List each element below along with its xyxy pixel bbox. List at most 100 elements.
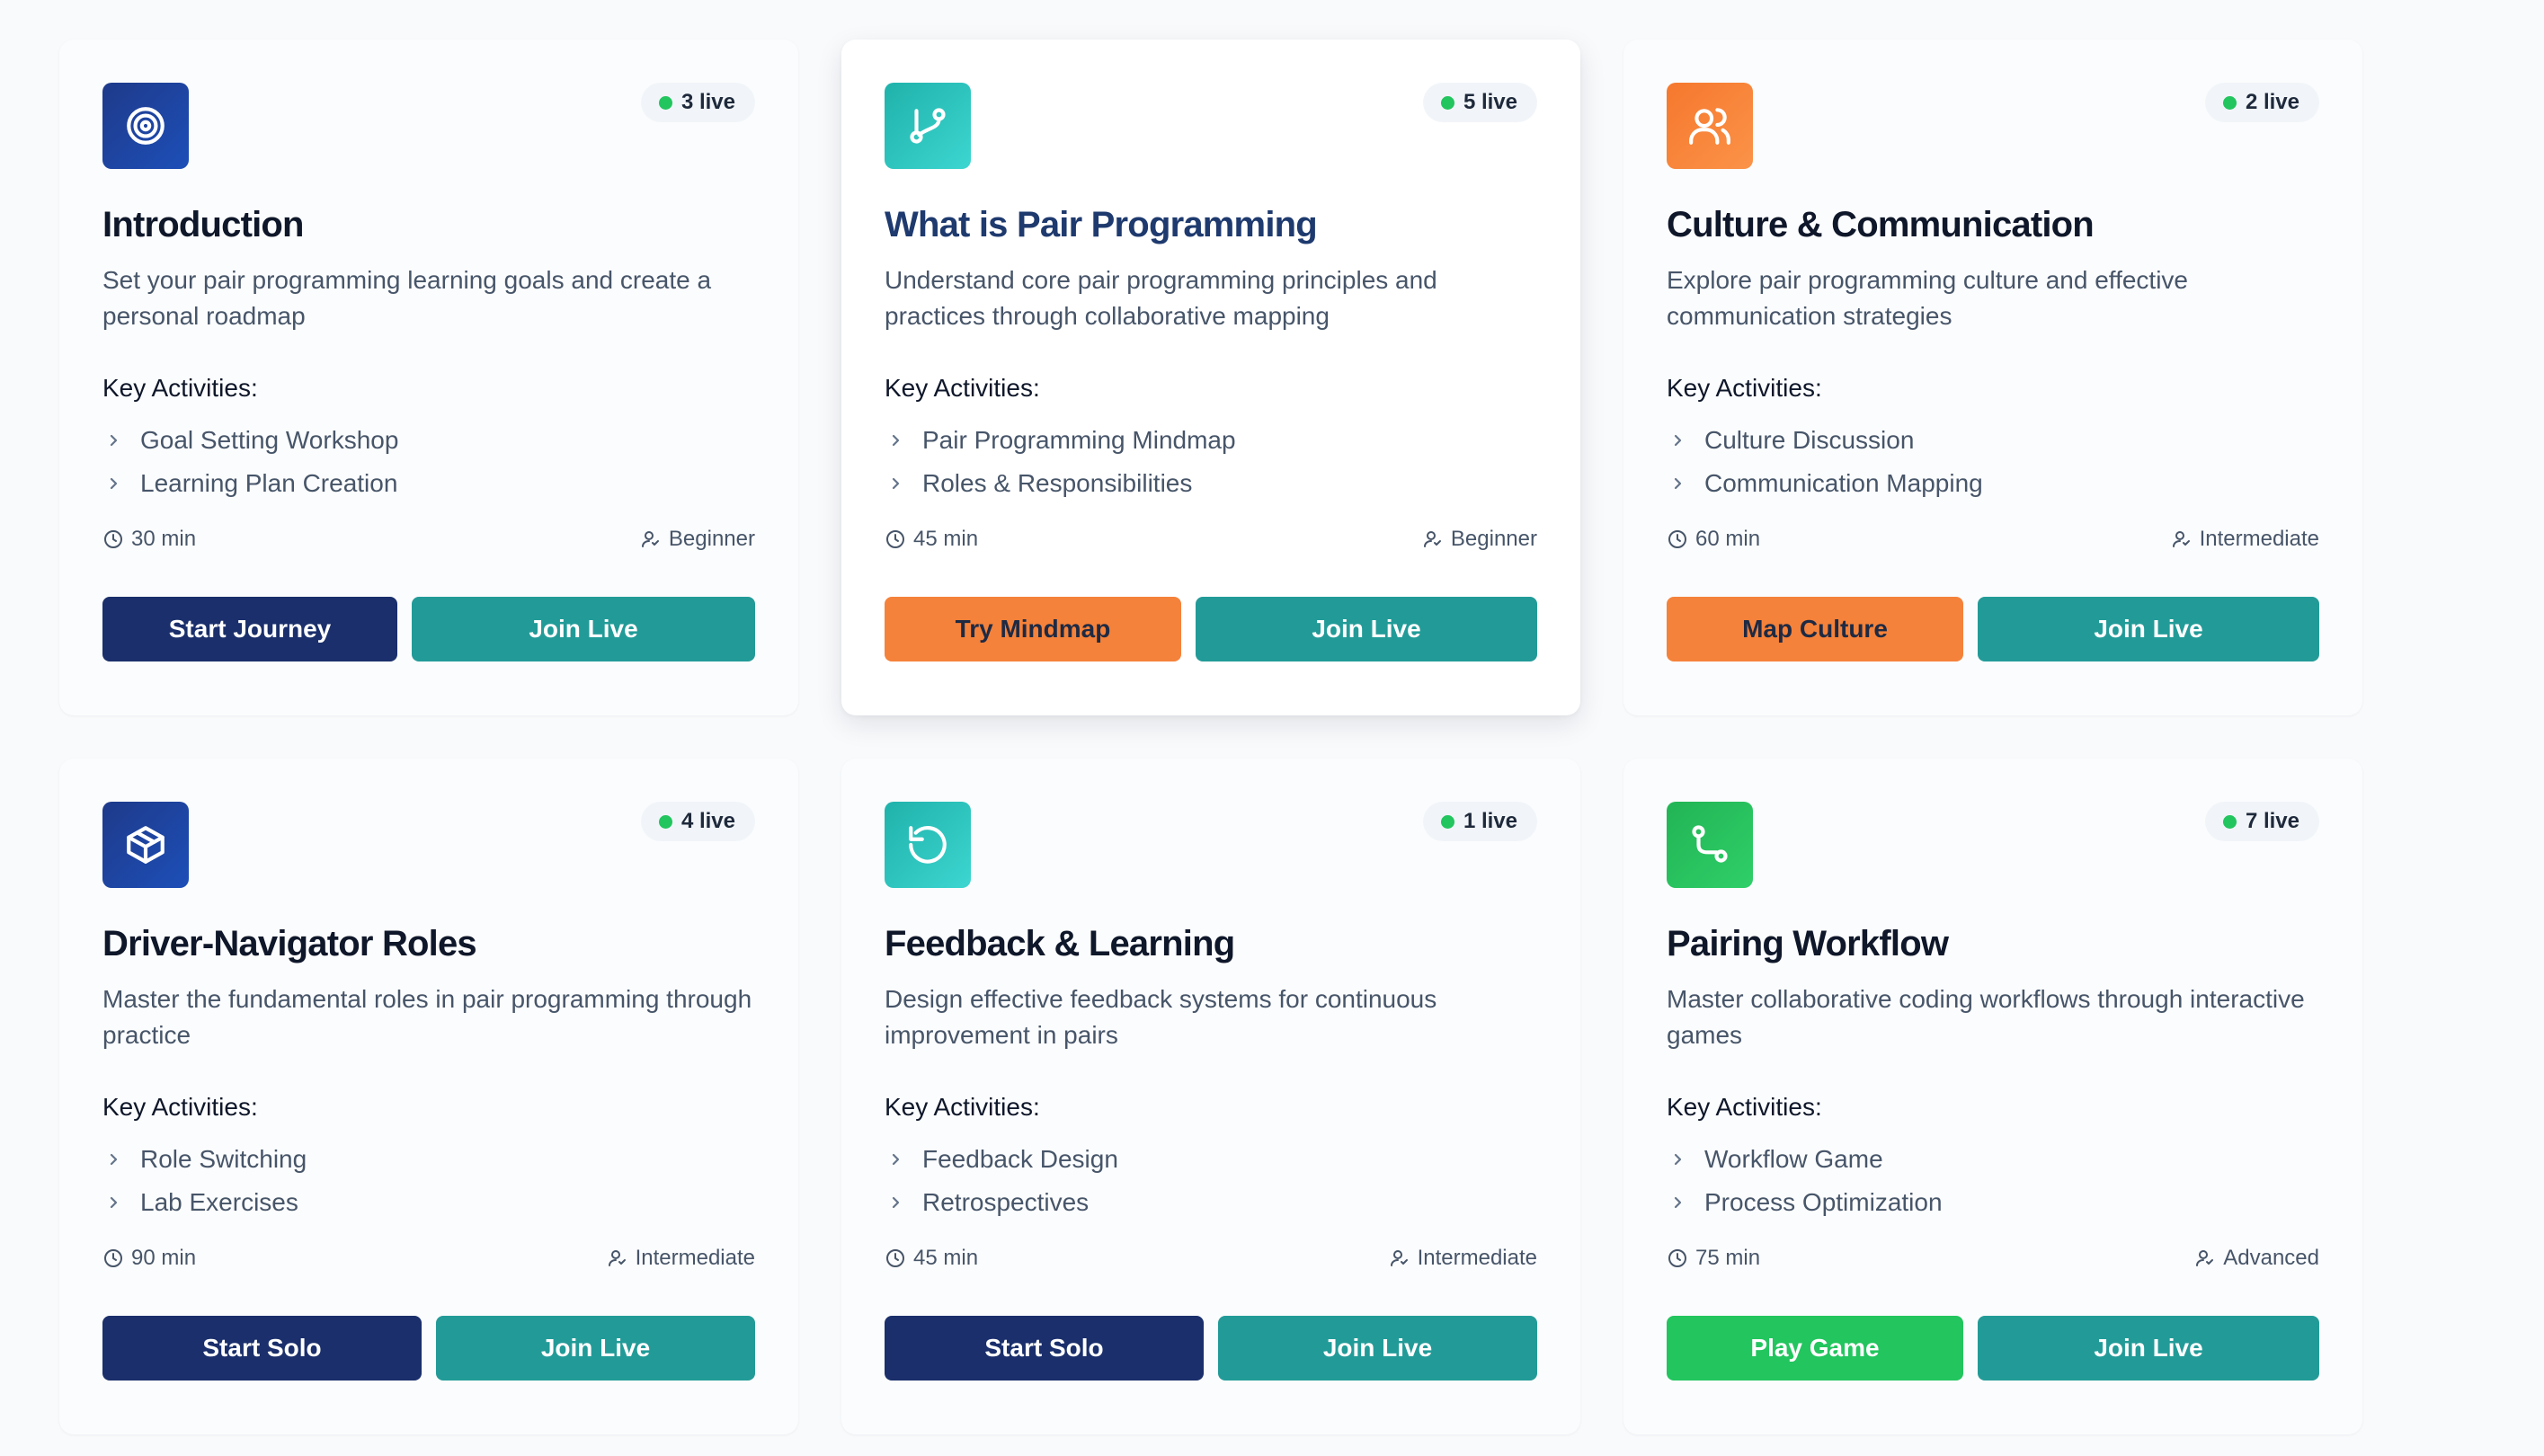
join-live-button[interactable]: Join Live	[436, 1316, 755, 1381]
primary-action-button[interactable]: Map Culture	[1667, 597, 1963, 661]
chevron-right-icon	[110, 434, 118, 447]
activity-label: Culture Discussion	[1704, 426, 1915, 454]
level-text: Beginner	[668, 527, 755, 551]
module-description: Explore pair programming culture and eff…	[1667, 266, 2189, 330]
level: Advanced	[2194, 1246, 2319, 1271]
clock-icon	[104, 1249, 122, 1267]
activity-item: Roles & Responsibilities	[885, 462, 1537, 505]
activity-label: Lab Exercises	[140, 1188, 298, 1216]
join-live-button[interactable]: Join Live	[1978, 1316, 2319, 1381]
live-dot-icon	[658, 95, 672, 110]
user-icon	[641, 531, 659, 547]
chevron-right-icon	[892, 1196, 900, 1209]
live-dot-icon	[658, 814, 672, 829]
activity-label: Communication Mapping	[1704, 469, 1983, 497]
activities-list: Feedback Design Retrospectives	[885, 1138, 1537, 1224]
live-count: 3 live	[680, 90, 735, 114]
level: Intermediate	[2171, 527, 2319, 552]
activity-item: Culture Discussion	[1667, 419, 2319, 462]
level-text: Beginner	[1450, 527, 1537, 551]
module-meta: 30 min Beginner	[102, 523, 755, 555]
module-description: Design effective feedback systems for co…	[885, 985, 1437, 1049]
chevron-right-icon	[1674, 434, 1682, 447]
module-card-5: 1 live Feedback & Learning Design effect…	[841, 759, 1580, 1434]
route-icon	[1692, 825, 1728, 863]
activities-list: Goal Setting Workshop Learning Plan Creat…	[102, 419, 755, 505]
module-card-1: 3 live Introduction Set your pair progra…	[59, 40, 798, 715]
live-dot-icon	[2222, 95, 2237, 110]
join-live-button[interactable]: Join Live	[412, 597, 755, 661]
module-title: Driver-Navigator Roles	[102, 924, 477, 963]
join-live-button[interactable]: Join Live	[1196, 597, 1537, 661]
duration: 60 min	[1667, 527, 1760, 552]
module-title: Introduction	[102, 205, 304, 244]
module-title: What is Pair Programming	[885, 205, 1318, 244]
activity-item: Workflow Game	[1667, 1138, 2319, 1181]
chevron-right-icon	[110, 1196, 118, 1209]
card-actions: Try Mindmap Join Live	[885, 597, 1537, 661]
activity-item: Lab Exercises	[102, 1181, 755, 1224]
activity-label: Workflow Game	[1704, 1145, 1883, 1173]
join-live-button[interactable]: Join Live	[1978, 597, 2319, 661]
module-title: Pairing Workflow	[1667, 924, 1949, 963]
module-card-4: 4 live Driver-Navigator Roles Master the…	[59, 759, 798, 1434]
level-text: Intermediate	[1417, 1246, 1537, 1270]
primary-action-button[interactable]: Start Journey	[102, 597, 397, 661]
level-text: Intermediate	[2199, 527, 2319, 551]
activity-label: Goal Setting Workshop	[140, 426, 399, 454]
activity-item: Process Optimization	[1667, 1181, 2319, 1224]
user-icon	[1423, 531, 1441, 547]
activities-list: Culture Discussion Communication Mapping	[1667, 419, 2319, 505]
live-count: 4 live	[680, 809, 735, 833]
module-icon-tile	[1667, 802, 1753, 888]
primary-action-button[interactable]: Start Solo	[885, 1316, 1204, 1381]
card-actions: Map Culture Join Live	[1667, 597, 2319, 661]
activities-list: Role Switching Lab Exercises	[102, 1138, 755, 1224]
level-text: Advanced	[2223, 1246, 2319, 1270]
target-icon	[127, 107, 165, 145]
chevron-right-icon	[892, 477, 900, 490]
activity-label: Role Switching	[140, 1145, 307, 1173]
module-icon-tile	[885, 83, 971, 169]
chevron-right-icon	[110, 477, 118, 490]
activities-label: Key Activities:	[1667, 1093, 1822, 1121]
box-icon	[127, 826, 165, 864]
user-icon	[2196, 1250, 2214, 1266]
level: Intermediate	[607, 1246, 755, 1271]
activity-item: Goal Setting Workshop	[102, 419, 755, 462]
activity-label: Process Optimization	[1704, 1188, 1943, 1216]
primary-action-button[interactable]: Start Solo	[102, 1316, 422, 1381]
chevron-right-icon	[1674, 1153, 1682, 1166]
module-meta: 45 min Intermediate	[885, 1242, 1537, 1274]
module-icon-tile	[1667, 83, 1753, 169]
module-card-2: 5 live What is Pair Programming Understa…	[841, 40, 1580, 715]
chevron-right-icon	[1674, 477, 1682, 490]
clock-icon	[1668, 1249, 1686, 1267]
activities-list: Pair Programming Mindmap Roles & Responsi…	[885, 419, 1537, 505]
card-actions: Start Journey Join Live	[102, 597, 755, 661]
primary-action-button[interactable]: Try Mindmap	[885, 597, 1181, 661]
activity-item: Retrospectives	[885, 1181, 1537, 1224]
module-icon-tile	[102, 83, 189, 169]
join-live-button[interactable]: Join Live	[1218, 1316, 1537, 1381]
activity-label: Feedback Design	[922, 1145, 1118, 1173]
level-text: Intermediate	[635, 1246, 755, 1270]
level: Intermediate	[1389, 1246, 1537, 1271]
primary-action-button[interactable]: Play Game	[1667, 1316, 1963, 1381]
duration: 90 min	[102, 1246, 196, 1271]
card-actions: Play Game Join Live	[1667, 1316, 2319, 1381]
activities-label: Key Activities:	[1667, 374, 1822, 402]
module-meta: 90 min Intermediate	[102, 1242, 755, 1274]
activities-list: Workflow Game Process Optimization	[1667, 1138, 2319, 1224]
clock-icon	[886, 1249, 904, 1267]
activities-label: Key Activities:	[885, 1093, 1040, 1121]
live-badge: 2 live	[2204, 83, 2319, 122]
clock-icon	[1668, 530, 1686, 548]
module-meta: 75 min Advanced	[1667, 1242, 2319, 1274]
chevron-right-icon	[892, 1153, 900, 1166]
user-icon	[608, 1250, 626, 1266]
module-title: Feedback & Learning	[885, 924, 1235, 963]
module-description: Master the fundamental roles in pair pro…	[102, 985, 752, 1049]
module-icon-tile	[885, 802, 971, 888]
live-badge: 7 live	[2204, 802, 2319, 841]
